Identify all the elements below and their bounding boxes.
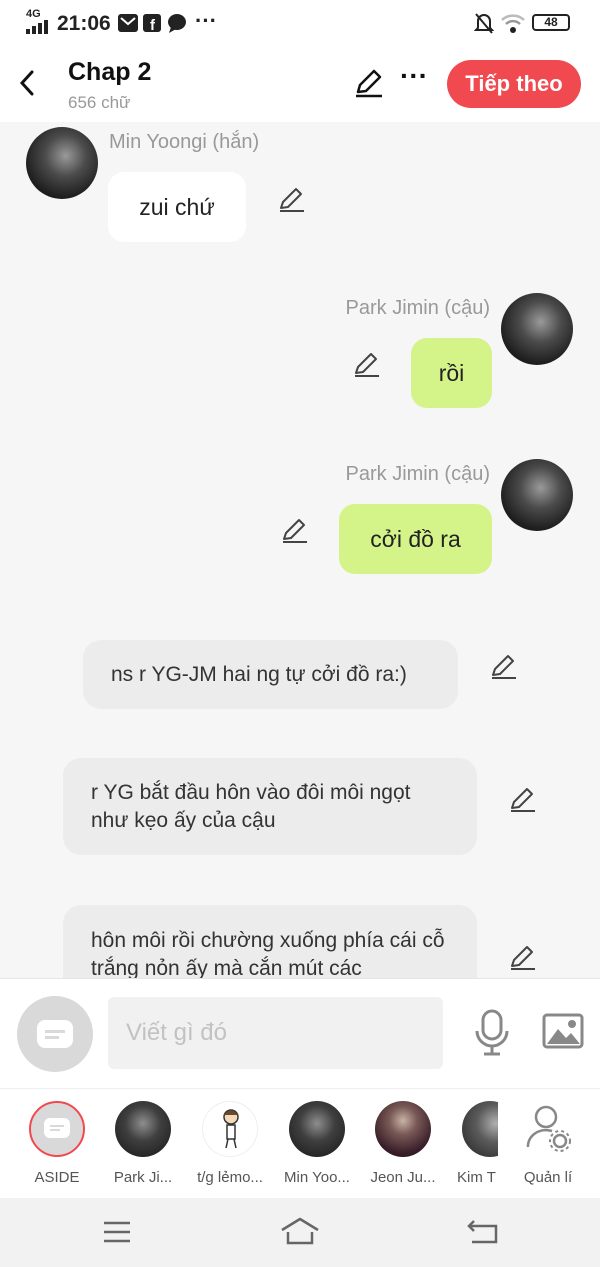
word-count: 656 chữ bbox=[68, 93, 131, 112]
back-arrow-icon[interactable] bbox=[16, 68, 38, 98]
edit-message-icon[interactable] bbox=[509, 786, 537, 814]
edit-message-icon[interactable] bbox=[281, 517, 309, 545]
character-park-jimin[interactable]: Park Ji... bbox=[103, 1101, 183, 1186]
battery-level: 48 bbox=[544, 15, 558, 29]
character-label: Min Yoo... bbox=[284, 1169, 350, 1186]
narration-text: r YG bắt đầu hôn vào đôi môi ngọt như kẹ… bbox=[91, 780, 411, 832]
wifi-icon bbox=[501, 14, 525, 33]
speaker-name: Min Yoongi (hắn) bbox=[109, 131, 260, 153]
aside-toggle-button[interactable] bbox=[17, 996, 93, 1072]
narration-clip: hôn môi rồi chường xuống phía cái cỗ trắ… bbox=[0, 900, 600, 978]
avatar-min-yoongi[interactable] bbox=[26, 127, 98, 199]
character-avatar bbox=[375, 1101, 431, 1157]
character-avatar bbox=[289, 1101, 345, 1157]
image-icon[interactable] bbox=[542, 1013, 584, 1049]
system-nav-bar bbox=[0, 1198, 600, 1267]
edit-pencil-icon[interactable] bbox=[354, 68, 384, 98]
top-app-bar: Chap 2 656 chữ ··· Tiếp theo bbox=[0, 46, 600, 122]
edit-message-icon[interactable] bbox=[509, 944, 537, 972]
edit-message-icon[interactable] bbox=[490, 653, 518, 681]
character-jeon-jungkook[interactable]: Jeon Ju... bbox=[363, 1101, 443, 1186]
message-bubble[interactable]: cởi đồ ra bbox=[339, 504, 492, 574]
chapter-title: Chap 2 bbox=[68, 58, 152, 86]
character-label: Jeon Ju... bbox=[370, 1169, 436, 1186]
manage-user-icon bbox=[526, 1105, 571, 1152]
character-label: Park Ji... bbox=[113, 1169, 173, 1186]
speaker-name: Park Jimin (cậu) bbox=[345, 297, 490, 319]
message-text: cởi đồ ra bbox=[370, 525, 461, 552]
narration-text: ns r YG-JM hai ng tự cởi đồ ra:) bbox=[111, 662, 407, 686]
battery-icon: 48 bbox=[532, 14, 570, 31]
back-icon[interactable] bbox=[466, 1218, 500, 1246]
edit-message-icon[interactable] bbox=[278, 186, 306, 214]
edit-message-icon[interactable] bbox=[353, 351, 381, 379]
character-aside[interactable]: ASIDE bbox=[17, 1101, 97, 1186]
avatar-park-jimin[interactable] bbox=[501, 293, 573, 365]
aside-message-icon bbox=[44, 1118, 70, 1138]
avatar-park-jimin[interactable] bbox=[501, 459, 573, 531]
aside-message-icon bbox=[37, 1020, 73, 1048]
aside-avatar bbox=[29, 1101, 85, 1157]
network-label: 4G bbox=[26, 8, 41, 20]
microphone-icon[interactable] bbox=[474, 1009, 510, 1057]
status-bar: 4G 21:06 f ··· 48 bbox=[0, 0, 600, 46]
narration-text: hôn môi rồi chường xuống phía cái cỗ trắ… bbox=[91, 929, 445, 978]
character-author[interactable]: t/g lẻmo... bbox=[190, 1101, 270, 1186]
cartoon-figure-icon bbox=[223, 1109, 239, 1149]
character-avatar bbox=[202, 1101, 258, 1157]
signal-icon bbox=[26, 20, 48, 34]
mail-icon bbox=[118, 14, 138, 32]
character-label: ASIDE bbox=[34, 1169, 80, 1186]
menu-icon[interactable] bbox=[102, 1220, 132, 1244]
character-avatar bbox=[462, 1101, 498, 1157]
message-bubble[interactable]: zui chứ bbox=[108, 172, 246, 242]
narration-bubble[interactable]: r YG bắt đầu hôn vào đôi môi ngọt như kẹ… bbox=[63, 758, 477, 855]
compose-bar: Viết gì đó bbox=[0, 978, 600, 1089]
character-avatar bbox=[115, 1101, 171, 1157]
character-label: Quản lí bbox=[523, 1169, 573, 1186]
message-input[interactable]: Viết gì đó bbox=[108, 997, 443, 1069]
narration-bubble[interactable]: hôn môi rồi chường xuống phía cái cỗ trắ… bbox=[63, 905, 477, 978]
character-min-yoongi[interactable]: Min Yoo... bbox=[277, 1101, 357, 1186]
clock: 21:06 bbox=[57, 12, 111, 35]
speaker-name: Park Jimin (cậu) bbox=[345, 463, 490, 485]
character-label: Kim T bbox=[457, 1169, 496, 1186]
character-label: t/g lẻmo... bbox=[197, 1169, 263, 1186]
facebook-icon: f bbox=[143, 14, 161, 32]
message-bubble[interactable]: rồi bbox=[411, 338, 492, 408]
character-kim-taehyung[interactable]: Kim T bbox=[448, 1101, 498, 1186]
narration-bubble[interactable]: ns r YG-JM hai ng tự cởi đồ ra:) bbox=[83, 640, 458, 709]
chat-bubble-icon bbox=[168, 14, 186, 33]
mute-bell-icon bbox=[474, 13, 494, 34]
message-text: zui chứ bbox=[139, 193, 215, 220]
message-text: rồi bbox=[438, 359, 465, 386]
manage-characters-button[interactable]: Quản lí bbox=[508, 1101, 588, 1186]
more-options-icon[interactable]: ··· bbox=[400, 60, 428, 92]
more-notifications-icon: ··· bbox=[195, 8, 217, 33]
character-selector: ASIDE Park Ji... t/g lẻmo... Min Yoo... … bbox=[0, 1088, 600, 1199]
home-icon[interactable] bbox=[280, 1216, 320, 1246]
next-chapter-button[interactable]: Tiếp theo bbox=[447, 60, 581, 108]
